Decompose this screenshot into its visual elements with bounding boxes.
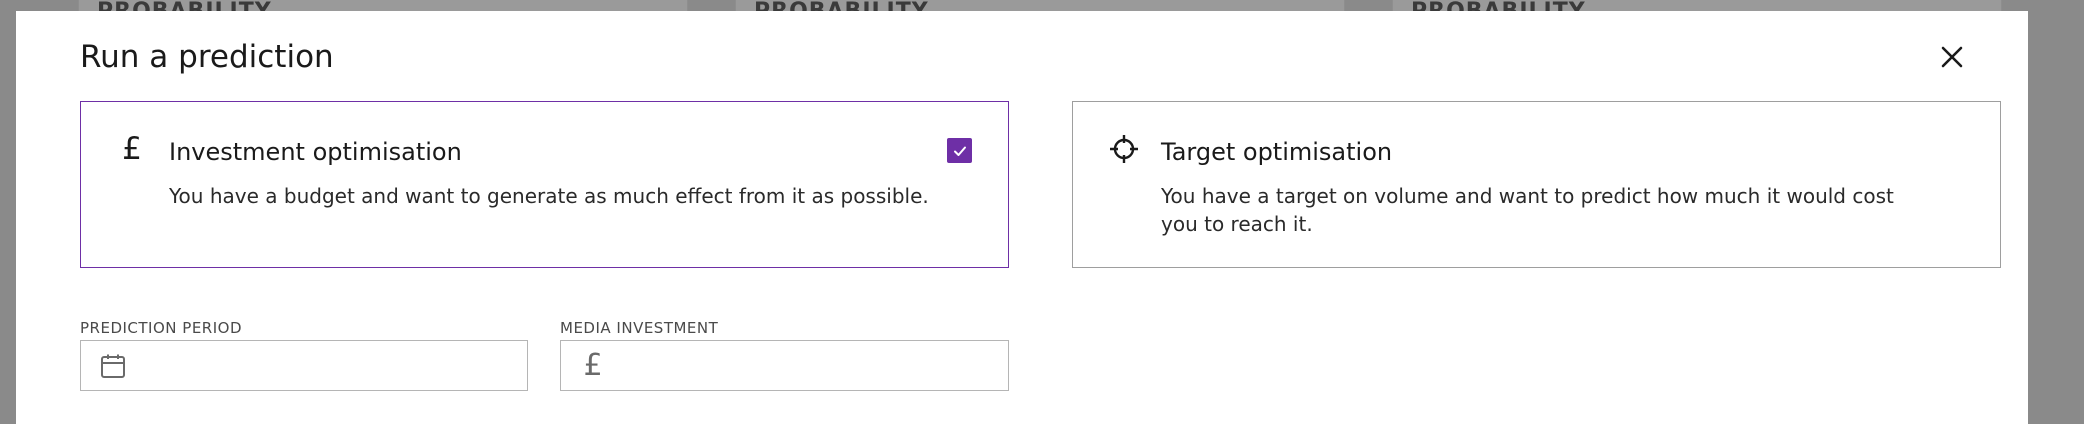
- prediction-modal: Run a prediction £ Investment optimisati…: [16, 11, 2028, 424]
- modal-title: Run a prediction: [80, 39, 334, 75]
- prediction-period-label: PREDICTION PERIOD: [80, 319, 243, 337]
- pound-glyph: £: [583, 348, 603, 383]
- card-description: You have a budget and want to generate a…: [169, 184, 929, 208]
- selected-checkbox[interactable]: [947, 138, 972, 163]
- prediction-period-input[interactable]: [127, 341, 527, 390]
- media-investment-field[interactable]: £: [560, 340, 1009, 391]
- media-investment-input[interactable]: [607, 341, 1008, 390]
- media-investment-label: MEDIA INVESTMENT: [560, 319, 719, 337]
- pound-icon: £: [579, 348, 607, 383]
- crosshair-icon: [1107, 132, 1141, 166]
- investment-optimisation-card[interactable]: £ Investment optimisation You have a bud…: [80, 101, 1009, 268]
- pound-glyph: £: [122, 131, 142, 167]
- card-title: Investment optimisation: [169, 138, 462, 166]
- close-icon: [1941, 46, 1963, 68]
- prediction-period-field[interactable]: [80, 340, 528, 391]
- calendar-icon: [99, 352, 127, 380]
- card-title: Target optimisation: [1161, 138, 1393, 166]
- checkmark-icon: [953, 146, 966, 156]
- close-button[interactable]: [1934, 39, 1970, 75]
- target-optimisation-card[interactable]: Target optimisation You have a target on…: [1072, 101, 2001, 268]
- pound-icon: £: [115, 131, 149, 167]
- card-description: You have a target on volume and want to …: [1161, 184, 1894, 236]
